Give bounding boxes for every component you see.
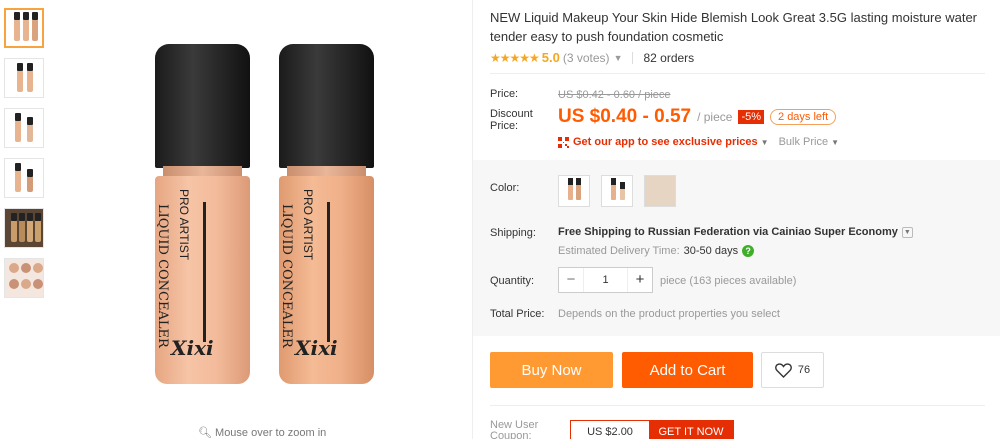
bulk-price-link[interactable]: Bulk Price bbox=[779, 136, 829, 148]
discount-badge: -5% bbox=[738, 110, 765, 124]
heart-icon bbox=[774, 362, 792, 378]
discount-price-row: US $0.40 - 0.57 / piece -5% 2 days left bbox=[558, 106, 837, 128]
thumbnail-2[interactable] bbox=[4, 58, 44, 98]
estimated-delivery-row: Estimated Delivery Time: 30-50 days ? bbox=[558, 245, 755, 257]
discount-price-label-1: Discount bbox=[490, 108, 533, 120]
bottle-brand: Xixi bbox=[171, 336, 214, 360]
chevron-down-icon[interactable]: ▼ bbox=[614, 53, 623, 63]
chevron-down-icon[interactable]: ▼ bbox=[761, 138, 769, 147]
current-price: US $0.40 - 0.57 bbox=[558, 106, 692, 127]
quantity-stepper: − 1 + bbox=[558, 267, 653, 293]
color-swatch-2[interactable] bbox=[601, 175, 633, 207]
color-label: Color: bbox=[490, 182, 520, 194]
star-rating-icon: ★★★★★ bbox=[490, 50, 540, 65]
color-swatch-3[interactable] bbox=[644, 175, 676, 207]
thumbnail-list bbox=[4, 8, 46, 308]
quantity-input[interactable]: 1 bbox=[583, 268, 628, 292]
rating-row: ★★★★★ 5.0 (3 votes) ▼ 82 orders bbox=[490, 50, 694, 65]
concealer-bottle-right: PRO ARTIST LIQUID CONCEALER Xixi bbox=[279, 44, 374, 384]
rating-score: 5.0 bbox=[541, 50, 560, 65]
estimated-delivery-days: 30-50 days bbox=[683, 245, 739, 257]
quantity-label: Quantity: bbox=[490, 275, 535, 287]
buy-now-button[interactable]: Buy Now bbox=[490, 352, 613, 388]
bottle-label-line2: LIQUID CONCEALER bbox=[155, 204, 170, 348]
divider bbox=[490, 73, 985, 74]
main-product-image[interactable]: PRO ARTIST LIQUID CONCEALER Xixi PRO ART… bbox=[55, 0, 470, 420]
shipping-label: Shipping: bbox=[490, 227, 536, 239]
bottle-label-line2: LIQUID CONCEALER bbox=[279, 204, 294, 348]
search-icon: 🔍︎ bbox=[198, 427, 212, 439]
increase-quantity-button[interactable]: + bbox=[628, 268, 652, 292]
product-title: NEW Liquid Makeup Your Skin Hide Blemish… bbox=[490, 10, 978, 44]
discount-price-label-2: Price: bbox=[490, 120, 519, 132]
divider bbox=[490, 405, 985, 406]
time-left-badge: 2 days left bbox=[770, 109, 837, 125]
thumbnail-4[interactable] bbox=[4, 158, 44, 198]
wishlist-button[interactable]: 76 bbox=[761, 352, 824, 388]
get-coupon-button[interactable]: GET IT NOW bbox=[649, 421, 733, 439]
total-price-text: Depends on the product properties you se… bbox=[558, 308, 780, 320]
qr-code-icon bbox=[558, 136, 569, 148]
stock-availability: piece (163 pieces available) bbox=[660, 275, 797, 287]
chevron-down-icon[interactable]: ▼ bbox=[901, 226, 913, 238]
rating-votes[interactable]: (3 votes) bbox=[563, 51, 610, 65]
estimated-delivery-label: Estimated Delivery Time: bbox=[558, 245, 680, 257]
free-shipping-text: Free Shipping to bbox=[558, 226, 645, 238]
original-price: US $0.42 - 0.60 / piece bbox=[558, 89, 671, 101]
decrease-quantity-button[interactable]: − bbox=[559, 268, 583, 292]
zoom-hint: 🔍︎ Mouse over to zoom in bbox=[198, 427, 327, 439]
thumbnail-6[interactable] bbox=[4, 258, 44, 298]
shipping-destination[interactable]: Russian Federation via Cainiao Super Eco… bbox=[648, 226, 898, 238]
divider bbox=[632, 51, 634, 64]
new-user-coupon-label: New User Coupon: bbox=[490, 419, 539, 439]
wishlist-count: 76 bbox=[797, 364, 811, 376]
add-to-cart-button[interactable]: Add to Cart bbox=[622, 352, 753, 388]
concealer-bottle-left: PRO ARTIST LIQUID CONCEALER Xixi bbox=[155, 44, 250, 384]
total-price-label: Total Price: bbox=[490, 308, 545, 320]
order-count: 82 orders bbox=[643, 50, 695, 65]
app-exclusive-price-link[interactable]: Get our app to see exclusive prices bbox=[573, 136, 758, 148]
thumbnail-5[interactable] bbox=[4, 208, 44, 248]
color-swatch-1[interactable] bbox=[558, 175, 590, 207]
chevron-down-icon[interactable]: ▼ bbox=[831, 138, 839, 147]
help-icon[interactable]: ? bbox=[742, 245, 755, 257]
bottle-brand: Xixi bbox=[295, 336, 338, 360]
coupon-amount: US $2.00 bbox=[587, 426, 633, 438]
app-promo-row: Get our app to see exclusive prices ▼ Bu… bbox=[558, 136, 839, 148]
new-user-coupon[interactable]: US $2.00 GET IT NOW bbox=[570, 420, 734, 439]
thumbnail-3[interactable] bbox=[4, 108, 44, 148]
thumbnail-1[interactable] bbox=[4, 8, 44, 48]
shipping-row: Free Shipping to Russian Federation via … bbox=[558, 226, 913, 238]
price-label: Price: bbox=[490, 88, 519, 100]
price-unit: / piece bbox=[697, 110, 733, 124]
